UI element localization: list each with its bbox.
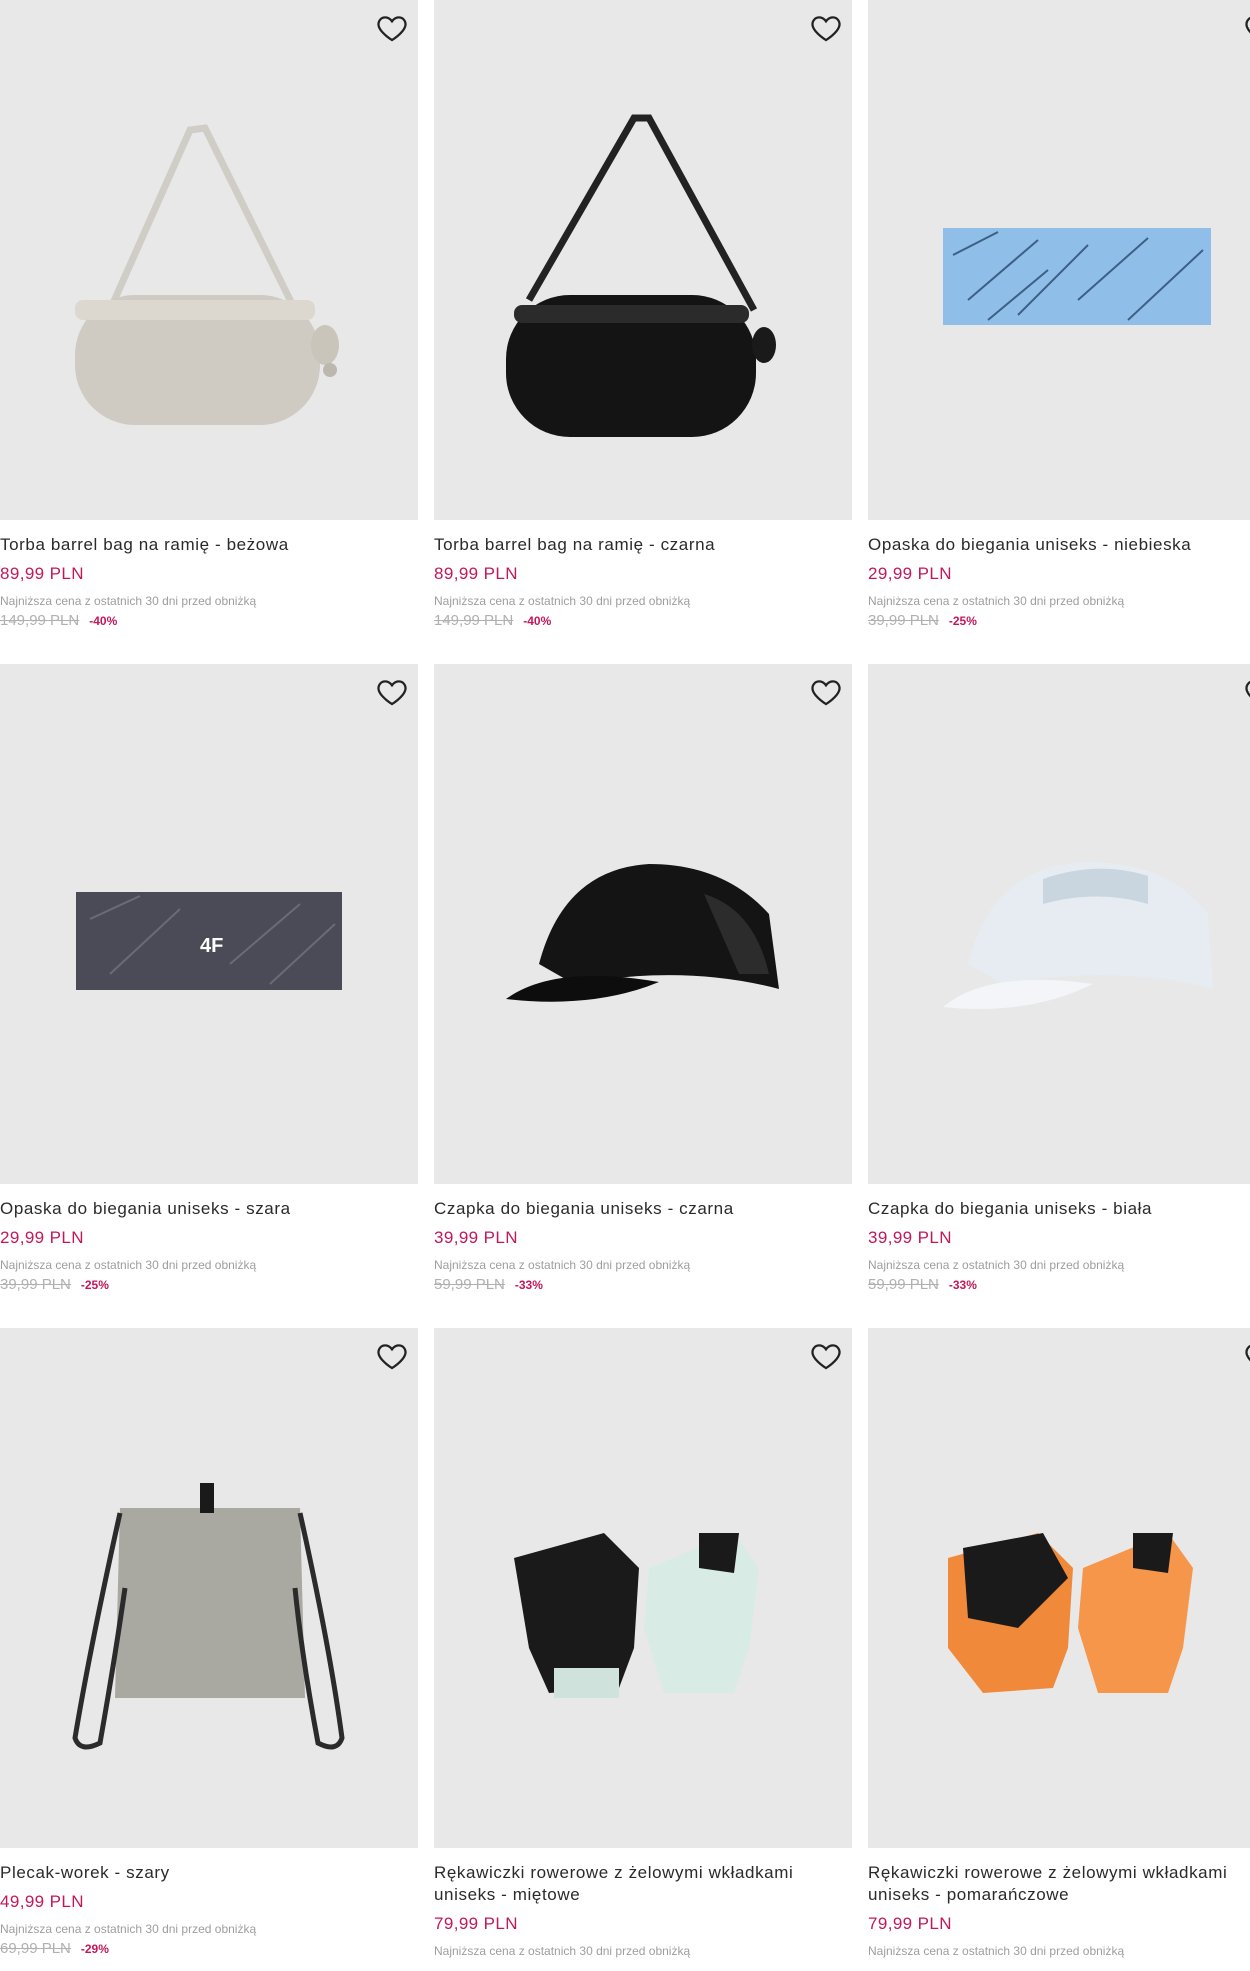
discount-badge: -29% (80, 1942, 109, 1956)
lowest-price-note: Najniższa cena z ostatnich 30 dni przed … (0, 1258, 257, 1272)
discount-badge: -40% (523, 614, 552, 628)
product-card[interactable]: Rękawiczki rowerowe z żelowymi wkładkami… (868, 1328, 1250, 1958)
product-price: 49,99 PLN (0, 1892, 84, 1911)
old-price-row: 69,99 PLN -29% (0, 1940, 418, 1957)
product-title[interactable]: Torba barrel bag na ramię - beżowa (0, 534, 418, 556)
old-price-row: 59,99 PLN -33% (868, 1276, 1250, 1293)
heart-outline-icon[interactable] (374, 674, 410, 710)
product-card[interactable]: Torba barrel bag na ramię - beżowa 89,99… (0, 0, 418, 629)
product-title[interactable]: Opaska do biegania uniseks - szara (0, 1198, 418, 1220)
product-price: 39,99 PLN (868, 1228, 952, 1247)
product-grid: Torba barrel bag na ramię - beżowa 89,99… (0, 0, 1250, 1971)
product-image[interactable] (868, 664, 1250, 1184)
old-price-row: 149,99 PLN -40% (434, 612, 852, 629)
mint-cycling-gloves-image (514, 1533, 759, 1698)
product-price: 29,99 PLN (0, 1228, 84, 1247)
old-price: 149,99 PLN (434, 612, 514, 629)
product-card[interactable]: Opaska do biegania uniseks - niebieska 2… (868, 0, 1250, 629)
heart-outline-icon[interactable] (374, 10, 410, 46)
discount-badge: -33% (514, 1278, 543, 1292)
product-price: 79,99 PLN (868, 1914, 952, 1933)
brand-logo-text: 4F (200, 935, 223, 957)
old-price-row: 59,99 PLN -33% (434, 1276, 852, 1293)
blue-headband-image (943, 228, 1211, 325)
product-title[interactable]: Rękawiczki rowerowe z żelowymi wkładkami… (868, 1862, 1250, 1906)
lowest-price-note: Najniższa cena z ostatnich 30 dni przed … (434, 594, 691, 608)
product-title[interactable]: Plecak-worek - szary (0, 1862, 418, 1884)
heart-outline-icon[interactable] (374, 1338, 410, 1374)
old-price: 59,99 PLN (868, 1276, 939, 1293)
product-price: 39,99 PLN (434, 1228, 518, 1247)
discount-badge: -25% (80, 1278, 109, 1292)
product-title[interactable]: Rękawiczki rowerowe z żelowymi wkładkami… (434, 1862, 852, 1906)
product-title[interactable]: Torba barrel bag na ramię - czarna (434, 534, 852, 556)
product-image[interactable] (868, 1328, 1250, 1848)
grey-drawstring-bag-image (72, 1483, 345, 1750)
product-price: 89,99 PLN (0, 564, 84, 583)
lowest-price-note: Najniższa cena z ostatnich 30 dni przed … (434, 1258, 691, 1272)
discount-badge: -25% (948, 614, 977, 628)
product-card[interactable]: Czapka do biegania uniseks - biała 39,99… (868, 664, 1250, 1293)
product-card[interactable]: Czapka do biegania uniseks - czarna 39,9… (434, 664, 852, 1293)
old-price-row: 39,99 PLN -25% (868, 612, 1250, 629)
product-image[interactable] (868, 0, 1250, 520)
product-image[interactable] (434, 0, 852, 520)
old-price-row: 149,99 PLN -40% (0, 612, 418, 629)
black-cap-image (506, 864, 779, 1002)
beige-barrel-bag-image (75, 124, 339, 425)
product-card[interactable]: Torba barrel bag na ramię - czarna 89,99… (434, 0, 852, 629)
discount-badge: -33% (948, 1278, 977, 1292)
product-title[interactable]: Czapka do biegania uniseks - biała (868, 1198, 1250, 1220)
lowest-price-note: Najniższa cena z ostatnich 30 dni przed … (868, 594, 1125, 608)
orange-cycling-gloves-image (948, 1533, 1193, 1693)
product-price: 29,99 PLN (868, 564, 952, 583)
grey-headband-image: 4F (76, 892, 342, 990)
old-price: 39,99 PLN (868, 612, 939, 629)
old-price: 149,99 PLN (0, 612, 80, 629)
heart-outline-icon[interactable] (808, 674, 844, 710)
product-card[interactable]: 4F Opaska do biegania uniseks - szara 29… (0, 664, 418, 1293)
product-card[interactable]: Plecak-worek - szary 49,99 PLN Najniższa… (0, 1328, 418, 1957)
product-title[interactable]: Opaska do biegania uniseks - niebieska (868, 534, 1250, 556)
lowest-price-note: Najniższa cena z ostatnich 30 dni przed … (868, 1944, 1125, 1958)
discount-badge: -40% (89, 614, 118, 628)
lowest-price-note: Najniższa cena z ostatnich 30 dni przed … (0, 594, 257, 608)
heart-outline-icon[interactable] (808, 1338, 844, 1374)
lowest-price-note: Najniższa cena z ostatnich 30 dni przed … (0, 1922, 257, 1936)
product-price: 89,99 PLN (434, 564, 518, 583)
product-image[interactable] (434, 664, 852, 1184)
product-card[interactable]: Rękawiczki rowerowe z żelowymi wkładkami… (434, 1328, 852, 1958)
old-price-row: 39,99 PLN -25% (0, 1276, 418, 1293)
heart-outline-icon[interactable] (1242, 674, 1250, 710)
old-price: 39,99 PLN (0, 1276, 71, 1293)
heart-outline-icon[interactable] (1242, 10, 1250, 46)
old-price: 59,99 PLN (434, 1276, 505, 1293)
product-image[interactable] (434, 1328, 852, 1848)
heart-outline-icon[interactable] (1242, 1338, 1250, 1374)
black-barrel-bag-image (506, 114, 776, 437)
product-image[interactable] (0, 0, 418, 520)
lowest-price-note: Najniższa cena z ostatnich 30 dni przed … (868, 1258, 1125, 1272)
product-image[interactable] (0, 1328, 418, 1848)
white-cap-image (943, 862, 1213, 1009)
heart-outline-icon[interactable] (808, 10, 844, 46)
product-image[interactable]: 4F (0, 664, 418, 1184)
old-price: 69,99 PLN (0, 1940, 71, 1957)
product-title[interactable]: Czapka do biegania uniseks - czarna (434, 1198, 852, 1220)
lowest-price-note: Najniższa cena z ostatnich 30 dni przed … (434, 1944, 691, 1958)
product-price: 79,99 PLN (434, 1914, 518, 1933)
